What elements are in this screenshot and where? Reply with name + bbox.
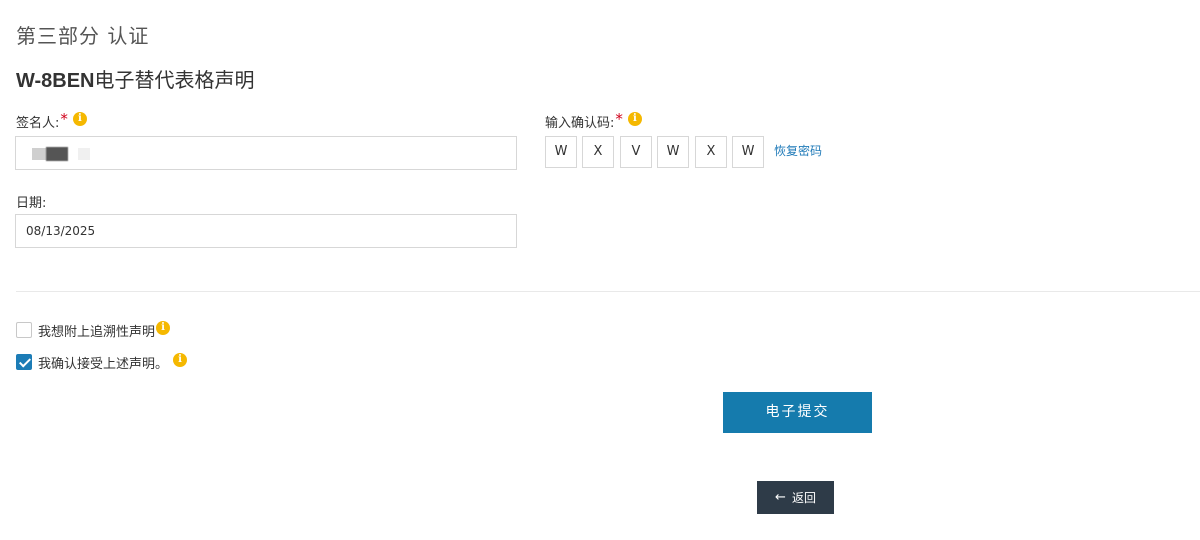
back-button-label: 返回 — [791, 491, 816, 505]
redacted-text — [78, 148, 90, 160]
code-char-box[interactable]: W — [545, 136, 577, 168]
retroactive-statement-row: 我想附上追溯性声明 i — [38, 320, 171, 340]
signer-label: 签名人: — [16, 116, 60, 131]
retroactive-statement-label: 我想附上追溯性声明 — [38, 325, 156, 340]
divider — [16, 291, 1200, 292]
required-mark: * — [60, 109, 68, 128]
info-icon[interactable]: i — [627, 111, 642, 126]
form-title-text: 电子替代表格声明 — [94, 68, 255, 92]
form-title-code: W-8BEN — [16, 70, 95, 92]
verification-label-row: 输入确认码: * i — [545, 109, 642, 131]
date-label: 日期: — [16, 196, 47, 211]
date-label-row: 日期: — [16, 192, 46, 211]
code-char-box[interactable]: W — [732, 136, 764, 168]
redacted-text — [32, 148, 46, 160]
accept-statement-checkbox[interactable] — [16, 354, 32, 370]
accept-statement-row: 我确认接受上述声明。 i — [38, 352, 188, 372]
back-button[interactable]: ← 返回 — [757, 481, 834, 514]
retroactive-statement-checkbox[interactable] — [16, 322, 32, 338]
info-icon[interactable]: i — [72, 111, 87, 126]
info-icon[interactable]: i — [173, 352, 188, 367]
code-char-box[interactable]: X — [695, 136, 727, 168]
code-char-box[interactable]: X — [582, 136, 614, 168]
required-mark: * — [615, 109, 623, 128]
signer-label-row: 签名人: * i — [16, 109, 87, 131]
date-input[interactable]: 08/13/2025 — [15, 214, 517, 248]
code-char-box[interactable]: W — [657, 136, 689, 168]
submit-button[interactable]: 电子提交 — [723, 392, 872, 433]
form-title: W-8BEN电子替代表格声明 — [16, 64, 255, 93]
signer-input[interactable] — [15, 136, 517, 170]
recover-password-link[interactable]: 恢复密码 — [774, 142, 822, 159]
section-title: 第三部分 认证 — [16, 24, 150, 48]
redacted-text — [46, 147, 68, 161]
accept-statement-label: 我确认接受上述声明。 — [38, 357, 169, 372]
info-icon[interactable]: i — [156, 320, 171, 335]
verification-label: 输入确认码: — [545, 116, 615, 131]
arrow-left-icon: ← — [775, 490, 786, 505]
code-char-box[interactable]: V — [620, 136, 652, 168]
